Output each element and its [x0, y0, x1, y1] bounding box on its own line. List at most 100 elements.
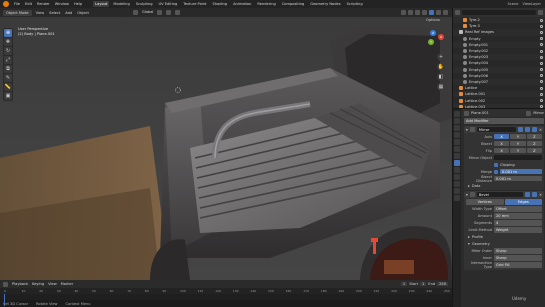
eye-icon[interactable]: [540, 37, 543, 41]
miter-outer-select[interactable]: Sharp: [494, 248, 542, 254]
eye-icon[interactable]: [540, 55, 543, 59]
axis-toggles-x[interactable]: X: [494, 133, 510, 140]
tab-modeling[interactable]: Modeling: [111, 1, 131, 7]
eye-icon[interactable]: [540, 86, 543, 90]
editor-type-icon[interactable]: [3, 281, 8, 287]
keyframe-area[interactable]: [0, 294, 452, 306]
playhead[interactable]: [4, 294, 5, 306]
viewport-menu-view[interactable]: View: [36, 11, 45, 15]
limit-method-select[interactable]: Weight: [494, 227, 542, 233]
visibility-icon[interactable]: [401, 10, 406, 15]
bisect-toggles-x[interactable]: X: [494, 140, 510, 147]
bevel-name-field[interactable]: Bevel: [476, 191, 523, 198]
move-tool-icon[interactable]: ✥: [4, 38, 12, 46]
flip-toggles-x[interactable]: X: [494, 147, 510, 154]
tab-scripting[interactable]: Scripting: [345, 1, 365, 7]
end-frame-field[interactable]: 250: [437, 282, 448, 286]
mode-selector[interactable]: Object Mode: [3, 9, 32, 16]
object-tab-icon[interactable]: [454, 153, 460, 159]
menu-help[interactable]: Help: [74, 2, 82, 6]
timeline-menu-keying[interactable]: Keying: [32, 282, 44, 286]
timeline-menu-marker[interactable]: Marker: [61, 282, 73, 286]
rendered-shading-icon[interactable]: [443, 10, 448, 15]
bisect-toggles-y[interactable]: Y: [510, 140, 526, 147]
render-toggle-icon[interactable]: [531, 127, 537, 132]
constraints-tab-icon[interactable]: [454, 181, 460, 187]
tool-tab-icon[interactable]: [454, 111, 460, 117]
close-icon[interactable]: ✕: [539, 193, 542, 197]
scale-tool-icon[interactable]: ⤢: [4, 56, 12, 64]
annotate-tool-icon[interactable]: ✎: [4, 74, 12, 82]
intersection-type-select[interactable]: Grid Fill: [494, 262, 542, 268]
geometry-subpanel[interactable]: Geometry: [472, 242, 490, 246]
camera-view-icon[interactable]: ◧: [437, 73, 445, 81]
flip-toggles-z[interactable]: Z: [526, 147, 542, 154]
grid-projection-icon[interactable]: ▦: [437, 83, 445, 91]
menu-edit[interactable]: Edit: [25, 2, 32, 6]
gizmo-z-axis[interactable]: Z: [430, 30, 436, 36]
options-menu[interactable]: Options: [426, 18, 440, 22]
measure-tool-icon[interactable]: 📏: [4, 83, 12, 91]
orientation-selector[interactable]: Global: [142, 10, 153, 15]
viewport-menu-add[interactable]: Add: [65, 11, 72, 15]
eye-icon[interactable]: [540, 92, 543, 96]
tab-texture-paint[interactable]: Texture Paint: [181, 1, 208, 7]
proportional-edit-icon[interactable]: [175, 10, 181, 15]
solid-shading-icon[interactable]: [429, 10, 434, 15]
gizmo-x-axis[interactable]: X: [438, 34, 444, 40]
flip-toggles-y[interactable]: Y: [510, 147, 526, 154]
hand-pan-icon[interactable]: ✋: [437, 63, 445, 71]
display-mode-icon[interactable]: [455, 10, 460, 15]
eye-icon[interactable]: [540, 43, 543, 47]
eye-icon[interactable]: [540, 49, 543, 53]
blender-logo-icon[interactable]: [3, 1, 9, 7]
add-modifier-button[interactable]: Add Modifier: [464, 118, 544, 124]
orientation-icon[interactable]: [132, 10, 138, 15]
gizmo-toggle-icon[interactable]: [408, 10, 413, 15]
viewport-toggle-icon[interactable]: [524, 127, 530, 132]
tab-sculpting[interactable]: Sculpting: [134, 1, 155, 7]
axis-toggles-y[interactable]: Y: [510, 133, 526, 140]
axis-toggles-z[interactable]: Z: [526, 133, 542, 140]
snap-icon[interactable]: [166, 10, 172, 15]
clipping-checkbox[interactable]: [494, 162, 498, 167]
pivot-icon[interactable]: [157, 10, 163, 15]
merge-distance-field[interactable]: 0.001 m: [500, 168, 542, 175]
tab-geometry-nodes[interactable]: Geometry Nodes: [308, 1, 342, 7]
add-cube-tool-icon[interactable]: ▣: [4, 92, 12, 100]
viewport-toggle-icon[interactable]: [524, 192, 530, 197]
viewport-menu-object[interactable]: Object: [77, 11, 89, 15]
amount-field[interactable]: 20 mm: [494, 213, 542, 219]
eye-icon[interactable]: [540, 30, 543, 34]
eye-icon[interactable]: [540, 68, 543, 72]
vertices-tab[interactable]: Vertices: [466, 199, 504, 205]
render-tab-icon[interactable]: [454, 118, 460, 124]
edit-mode-toggle-icon[interactable]: [517, 127, 523, 132]
bisect-distance-field[interactable]: 0.001 m: [494, 175, 542, 182]
eye-icon[interactable]: [540, 99, 543, 103]
width-type-select[interactable]: Offset: [494, 206, 542, 212]
eye-icon[interactable]: [540, 80, 543, 84]
inner-select[interactable]: Sharp: [494, 255, 542, 261]
merge-checkbox[interactable]: [494, 169, 498, 174]
material-shading-icon[interactable]: [436, 10, 441, 15]
data-tab-icon[interactable]: [454, 188, 460, 194]
tab-uv-editing[interactable]: UV Editing: [157, 1, 180, 7]
eye-icon[interactable]: [540, 24, 543, 28]
geometry-expand-icon[interactable]: ▾: [468, 242, 470, 246]
bisect-toggles-z[interactable]: Z: [526, 140, 542, 147]
mirror-object-field[interactable]: [494, 154, 542, 161]
cursor-tool-icon[interactable]: ⊕: [4, 29, 12, 37]
tab-shading[interactable]: Shading: [210, 1, 229, 7]
profile-expand-icon[interactable]: ▸: [468, 235, 470, 239]
tab-animation[interactable]: Animation: [231, 1, 253, 7]
rotate-tool-icon[interactable]: ↻: [4, 47, 12, 55]
current-frame-field[interactable]: 1: [400, 282, 408, 286]
edges-tab[interactable]: Edges: [504, 199, 542, 205]
zoom-icon[interactable]: +: [437, 53, 445, 61]
gizmo-y-axis[interactable]: Y: [428, 39, 434, 45]
timeline-menu-view[interactable]: View: [48, 282, 57, 286]
tab-rendering[interactable]: Rendering: [255, 1, 277, 7]
eye-icon[interactable]: [540, 61, 543, 65]
tab-compositing[interactable]: Compositing: [280, 1, 307, 7]
